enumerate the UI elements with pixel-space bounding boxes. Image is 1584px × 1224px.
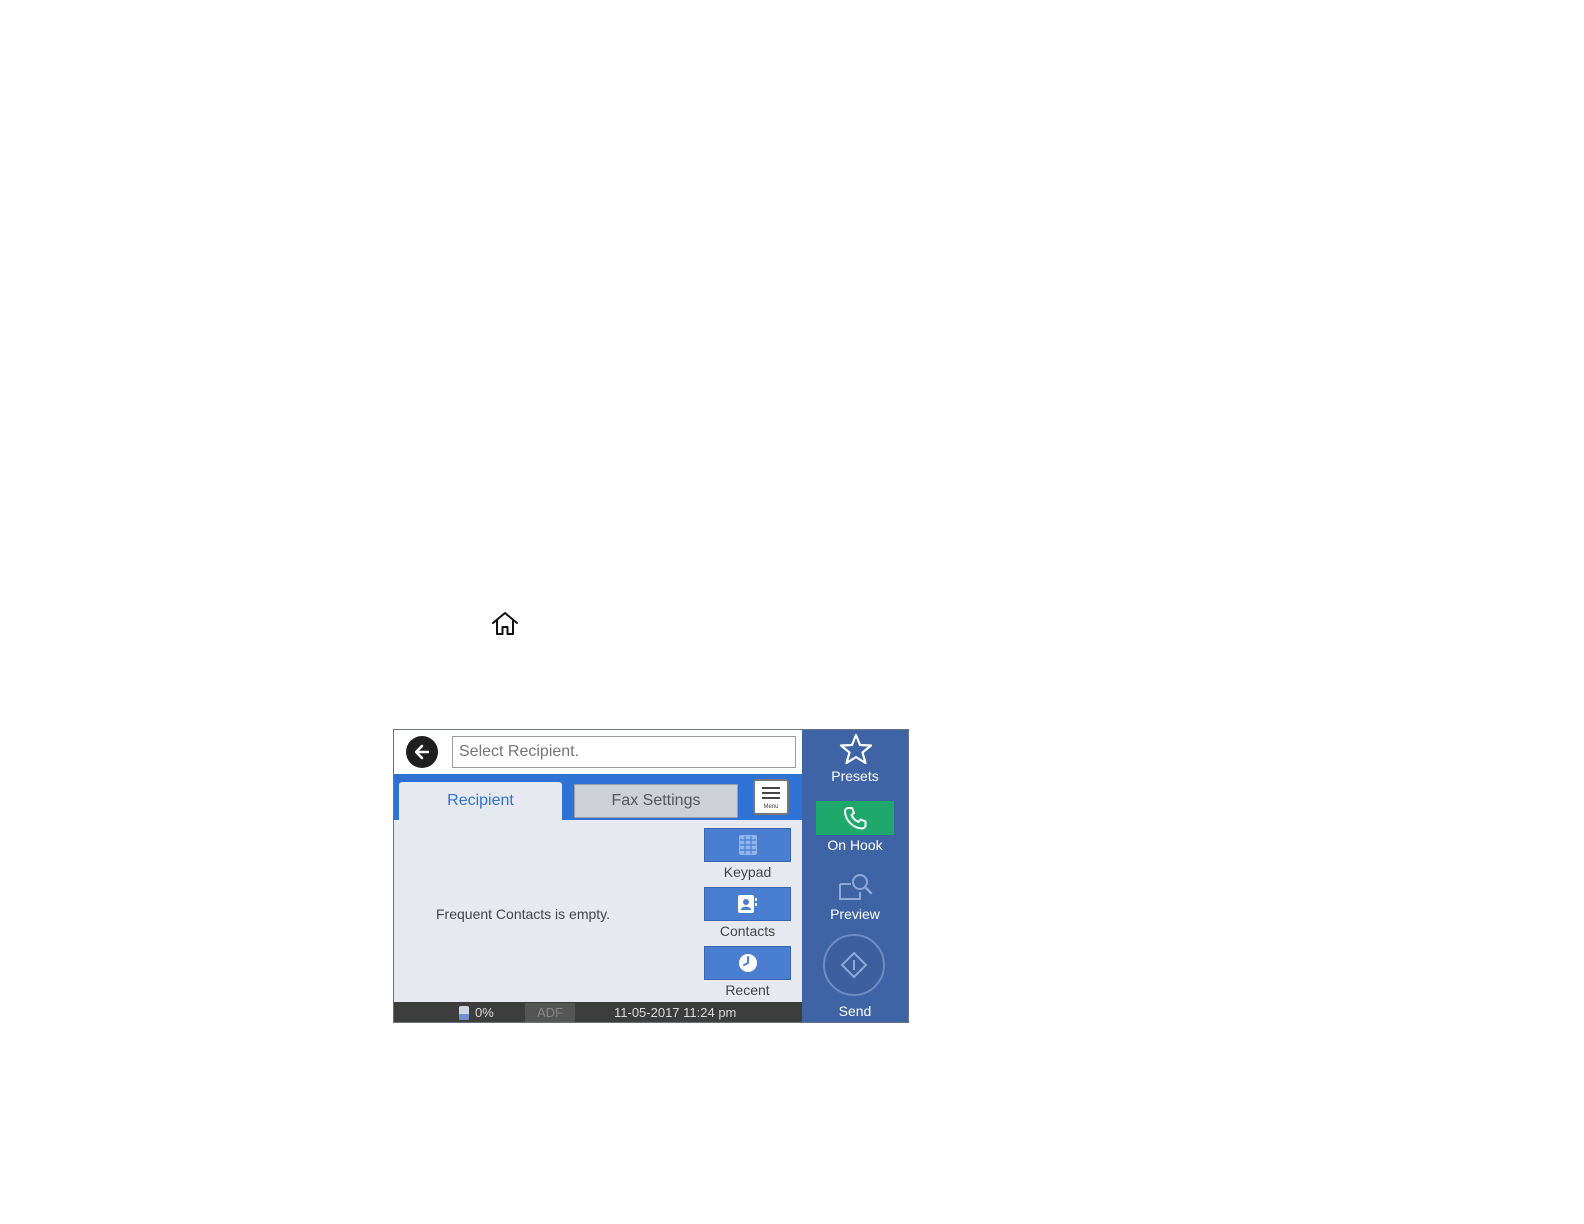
home-icon xyxy=(492,612,518,635)
start-diamond-icon xyxy=(840,951,868,979)
empty-contacts-message: Frequent Contacts is empty. xyxy=(436,906,611,922)
menu-icon: Menu xyxy=(762,787,780,810)
preview-icon xyxy=(839,874,873,900)
tab-strip: Recipient Fax Settings Menu xyxy=(394,774,802,820)
presets-button[interactable]: Presets xyxy=(802,730,908,790)
contacts-label: Contacts xyxy=(719,923,776,939)
back-arrow-icon xyxy=(414,744,430,760)
preview-label: Preview xyxy=(830,906,880,922)
menu-icon-caption: Menu xyxy=(763,804,778,810)
phone-icon xyxy=(844,807,867,830)
ink-tank-icon xyxy=(459,1006,469,1020)
keypad-button[interactable] xyxy=(704,828,791,862)
date-time: 11-05-2017 11:24 pm xyxy=(614,1005,737,1020)
presets-label: Presets xyxy=(831,768,879,784)
preview-button[interactable]: Preview xyxy=(802,870,908,926)
keypad-label: Keypad xyxy=(723,864,772,880)
contacts-button[interactable] xyxy=(704,887,791,921)
back-button[interactable] xyxy=(406,736,438,768)
adf-indicator: ADF xyxy=(525,1003,575,1022)
contacts-icon xyxy=(737,895,757,913)
send-button[interactable] xyxy=(823,934,885,996)
menu-button[interactable]: Menu xyxy=(753,779,789,815)
recent-label: Recent xyxy=(725,982,770,998)
tab-fax-settings[interactable]: Fax Settings xyxy=(574,784,738,818)
top-bar xyxy=(394,730,802,774)
on-hook-label: On Hook xyxy=(827,837,883,853)
keypad-icon xyxy=(738,835,757,855)
right-panel: Presets On Hook Preview Send xyxy=(802,730,908,1022)
clock-icon xyxy=(738,954,757,972)
recipient-input[interactable] xyxy=(452,736,796,768)
star-icon xyxy=(839,733,873,765)
on-hook-button[interactable] xyxy=(816,801,894,835)
printer-control-panel: Recipient Fax Settings Menu Frequent Con… xyxy=(393,729,909,1023)
ink-level: 0% xyxy=(475,1005,494,1020)
send-label: Send xyxy=(838,1003,872,1019)
recent-button[interactable] xyxy=(704,946,791,980)
status-bar: 0% ADF 11-05-2017 11:24 pm xyxy=(394,1002,802,1022)
tab-recipient[interactable]: Recipient xyxy=(399,782,562,820)
